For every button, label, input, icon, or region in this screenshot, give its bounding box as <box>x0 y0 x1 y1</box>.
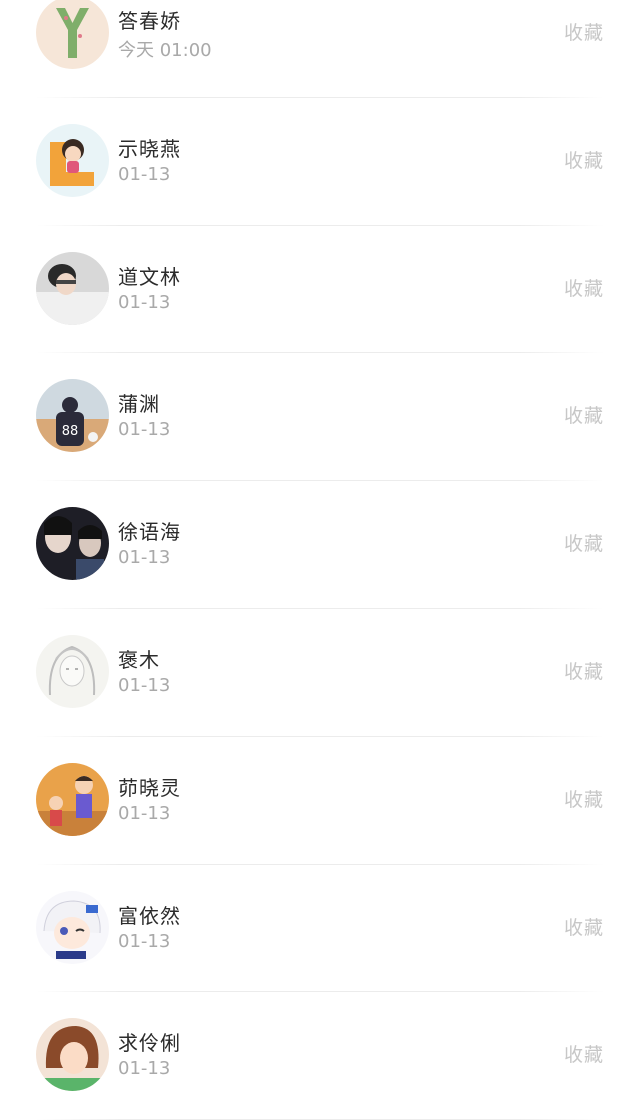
boy-photo-avatar-icon <box>36 251 109 325</box>
contact-name: 徐语海 <box>118 520 181 545</box>
contact-name: 示晓燕 <box>118 136 181 161</box>
favorite-button[interactable]: 收藏 <box>564 146 604 173</box>
timestamp: 01-13 <box>118 1058 171 1080</box>
jersey-88-avatar-icon: 88 <box>36 379 109 453</box>
contact-name: 答春娇 <box>118 9 181 33</box>
sketch-girl-avatar-icon <box>36 634 109 708</box>
avatar[interactable] <box>36 123 109 197</box>
avatar[interactable]: 88 <box>36 379 109 453</box>
timestamp: 01-13 <box>118 802 171 824</box>
list-item[interactable]: 褒木 01-13 收藏 <box>0 609 640 737</box>
list-item[interactable]: 道文林 01-13 收藏 <box>0 226 640 354</box>
list-item[interactable]: 求伶俐 01-13 收藏 <box>0 992 640 1120</box>
contact-name: 茆晓灵 <box>118 775 181 800</box>
girl-photo-avatar-icon <box>36 1018 109 1092</box>
list-item[interactable]: 茆晓灵 01-13 收藏 <box>0 737 640 865</box>
couple-photo-avatar-icon <box>36 507 109 581</box>
avatar[interactable] <box>36 890 109 964</box>
timestamp: 今天 01:00 <box>118 40 212 61</box>
avatar[interactable] <box>36 1018 109 1092</box>
contact-name: 道文林 <box>118 264 181 289</box>
favorite-list: 答春娇 今天 01:00 收藏 示晓燕 01-13 收藏 道文林 01-13 收… <box>0 0 640 1120</box>
contact-name: 蒲渊 <box>118 392 160 417</box>
avatar[interactable] <box>36 634 109 708</box>
avatar[interactable] <box>36 251 109 325</box>
anime-girl-avatar-icon <box>36 890 109 964</box>
avatar[interactable] <box>36 507 109 581</box>
cartoon-kids-avatar-icon <box>36 762 109 836</box>
favorite-button[interactable]: 收藏 <box>564 1040 604 1067</box>
favorite-button[interactable]: 收藏 <box>564 401 604 428</box>
svg-text:88: 88 <box>62 424 79 439</box>
timestamp: 01-13 <box>118 291 171 313</box>
avatar[interactable] <box>36 0 109 69</box>
favorite-button[interactable]: 收藏 <box>564 274 604 301</box>
letter-y-avatar-icon <box>36 0 109 69</box>
list-item[interactable]: 88 蒲渊 01-13 收藏 <box>0 353 640 481</box>
list-item[interactable]: 富依然 01-13 收藏 <box>0 865 640 993</box>
list-item[interactable]: 答春娇 今天 01:00 收藏 <box>0 0 640 98</box>
contact-name: 富依然 <box>118 903 181 928</box>
favorite-button[interactable]: 收藏 <box>564 657 604 684</box>
timestamp: 01-13 <box>118 674 171 696</box>
list-item[interactable]: 示晓燕 01-13 收藏 <box>0 98 640 226</box>
list-item[interactable]: 徐语海 01-13 收藏 <box>0 481 640 609</box>
cartoon-girl-letter-l-avatar-icon <box>36 123 109 197</box>
favorite-button[interactable]: 收藏 <box>564 18 604 45</box>
avatar[interactable] <box>36 762 109 836</box>
favorite-button[interactable]: 收藏 <box>564 529 604 556</box>
favorite-button[interactable]: 收藏 <box>564 913 604 940</box>
timestamp: 01-13 <box>118 547 171 569</box>
timestamp: 01-13 <box>118 930 171 952</box>
timestamp: 01-13 <box>118 163 171 185</box>
timestamp: 01-13 <box>118 419 171 441</box>
contact-name: 褒木 <box>118 647 160 672</box>
contact-name: 求伶俐 <box>118 1031 181 1056</box>
favorite-button[interactable]: 收藏 <box>564 785 604 812</box>
